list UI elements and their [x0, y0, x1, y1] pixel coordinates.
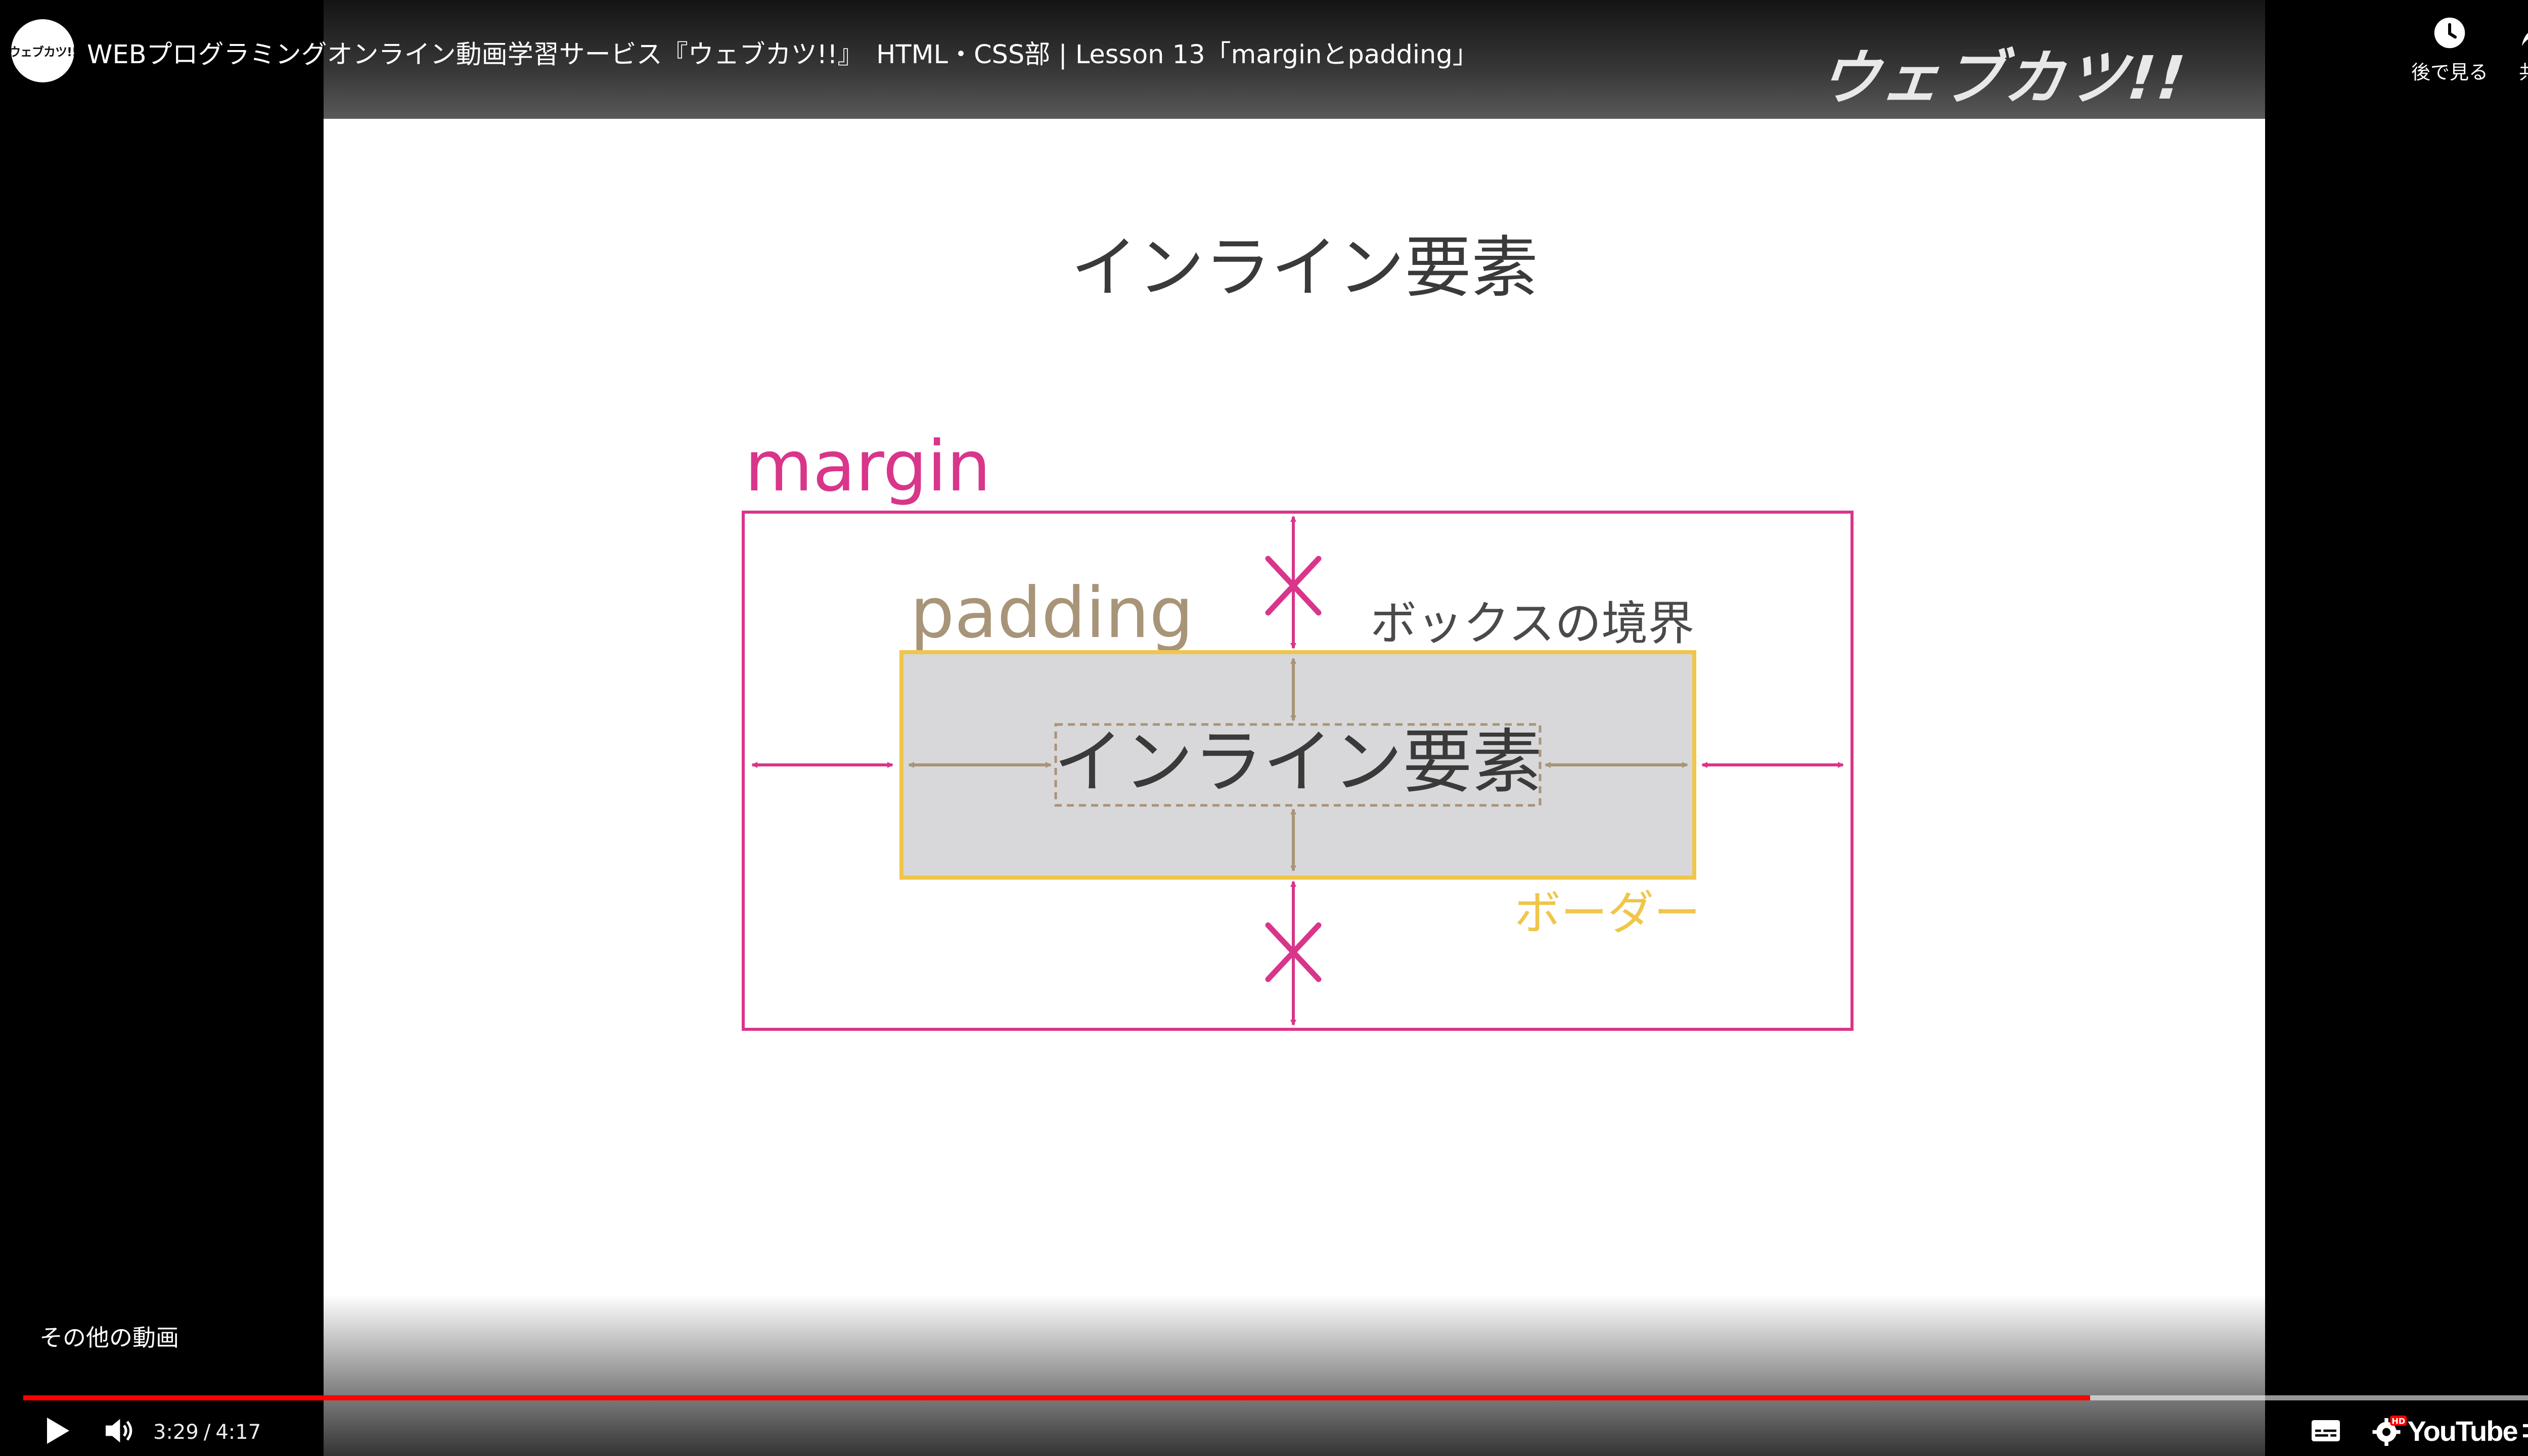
box-boundary-label: ボックスの境界: [1370, 597, 1694, 651]
watch-later-button[interactable]: 後で見る: [2402, 16, 2498, 84]
more-videos-button[interactable]: その他の動画: [39, 1320, 179, 1353]
video-title[interactable]: WEBプログラミングオンライン動画学習サービス『ウェブカツ!!』 HTML・CS…: [87, 33, 1478, 71]
margin-label: margin: [745, 426, 991, 507]
youtube-logo-text: YouTube: [2407, 1415, 2518, 1447]
progress-bar[interactable]: [23, 1395, 2528, 1400]
border-label: ボーダー: [1514, 886, 1700, 940]
slide-title: インライン要素: [1071, 229, 1538, 307]
progress-played: [23, 1395, 2090, 1400]
share-button[interactable]: 共有: [2490, 16, 2528, 84]
play-button[interactable]: [30, 1405, 86, 1456]
subtitles-icon: [2312, 1420, 2340, 1441]
volume-button[interactable]: [94, 1405, 149, 1456]
share-label: 共有: [2490, 57, 2528, 84]
watch-later-label: 後で見る: [2411, 61, 2488, 83]
brand-logo: ウェブカツ!!: [1816, 43, 2190, 113]
inline-element-text: インライン要素: [1054, 721, 1542, 803]
video-frame[interactable]: インライン要素 margin padding ボックスの境界 インライン要素 ボ…: [324, 0, 2265, 1456]
play-icon: [47, 1418, 69, 1444]
clock-icon: [2434, 17, 2465, 49]
volume-icon: [106, 1419, 132, 1443]
slide-diagram: インライン要素 margin padding ボックスの境界 インライン要素 ボ…: [742, 229, 1854, 1031]
control-bar: 3:29/4:17 HD YouTube: [0, 1405, 2528, 1456]
youtube-button[interactable]: YouTube: [2407, 1405, 2518, 1456]
padding-label: padding: [910, 572, 1194, 654]
current-time: 3:29: [153, 1421, 199, 1444]
video-player[interactable]: インライン要素 margin padding ボックスの境界 インライン要素 ボ…: [0, 0, 2528, 1456]
share-arrow-icon: [2521, 33, 2528, 47]
time-separator: /: [203, 1421, 211, 1444]
subtitles-button[interactable]: [2298, 1405, 2354, 1456]
exit-fullscreen-button[interactable]: [2508, 1405, 2528, 1456]
top-bar: ウェブカツ!! WEBプログラミングオンライン動画学習サービス『ウェブカツ!!』…: [0, 0, 2528, 119]
settings-hd-icon: HD: [2372, 1416, 2407, 1446]
duration: 4:17: [215, 1421, 261, 1444]
svg-text:HD: HD: [2391, 1416, 2405, 1426]
exit-fullscreen-icon: [2523, 1424, 2528, 1438]
channel-avatar[interactable]: ウェブカツ!!: [11, 19, 74, 82]
time-display: 3:29/4:17: [153, 1421, 261, 1444]
channel-avatar-text: ウェブカツ!!: [11, 45, 74, 59]
